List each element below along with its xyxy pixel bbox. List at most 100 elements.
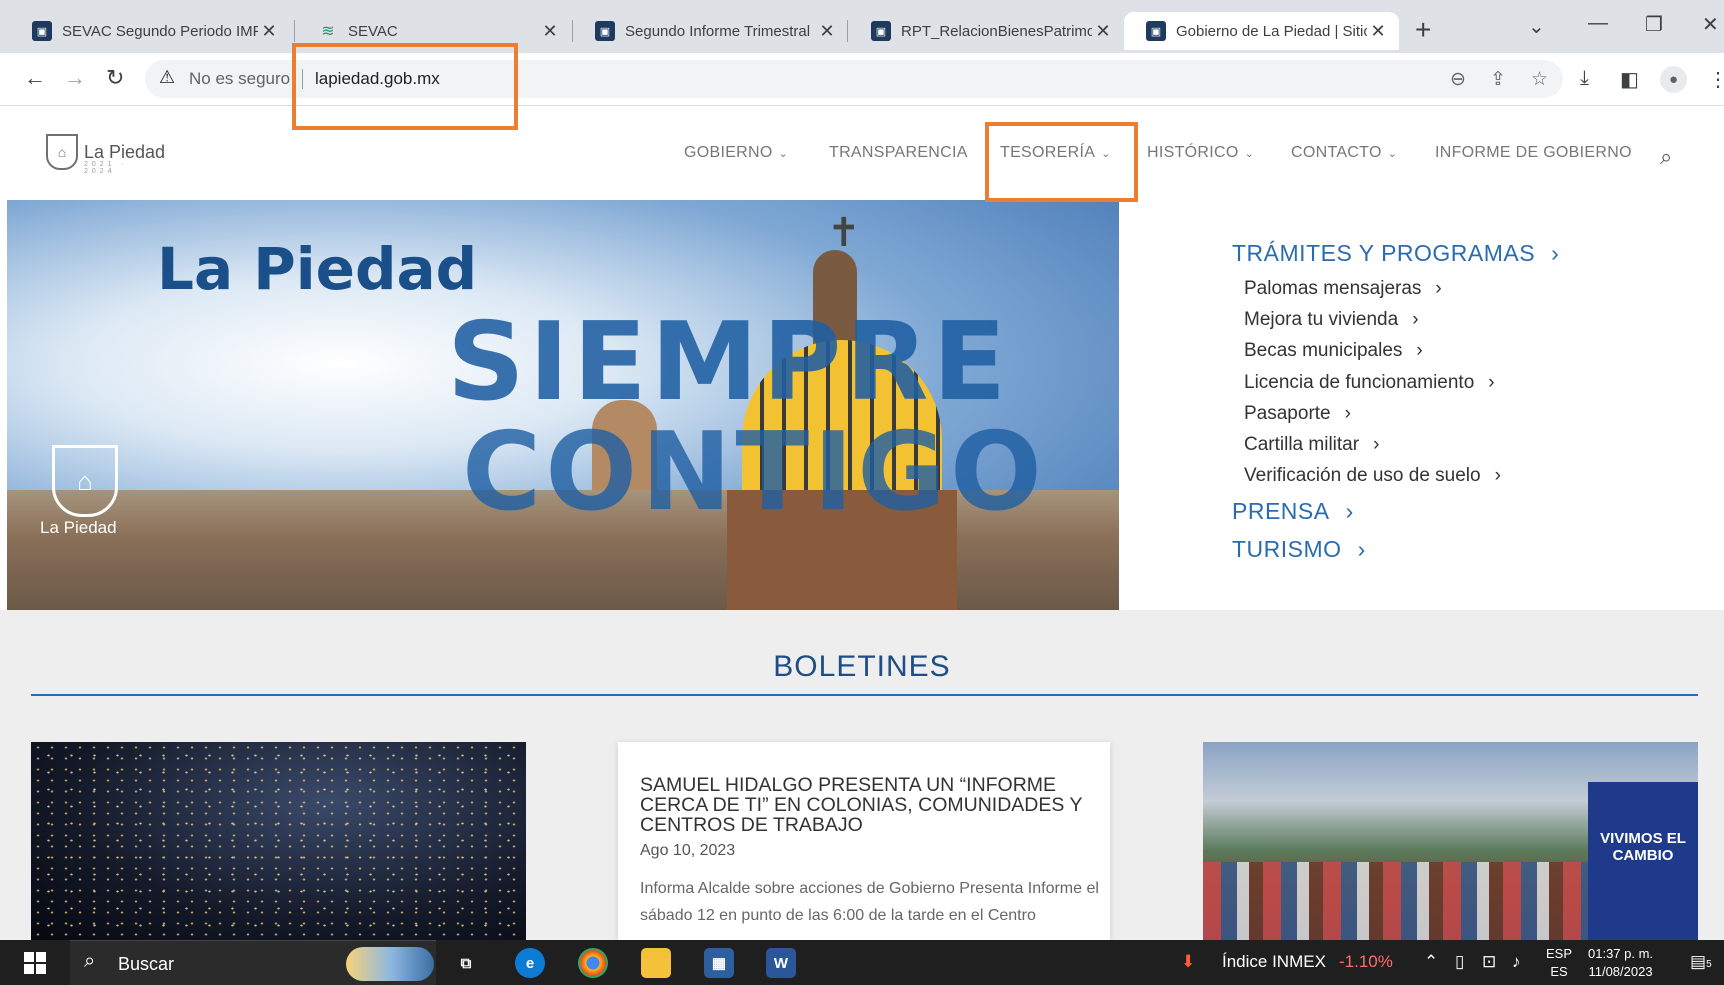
close-tab-icon[interactable]: ✕ [816, 21, 838, 42]
tramite-link[interactable]: Palomas mensajeras › [1244, 278, 1442, 300]
chevron-right-icon: › [1488, 372, 1495, 393]
clock[interactable]: 01:37 p. m. 11/08/2023 [1588, 945, 1653, 981]
tramite-link[interactable]: Becas municipales › [1244, 340, 1423, 362]
reload-icon[interactable]: ↻ [106, 65, 124, 91]
back-icon[interactable]: ← [24, 65, 46, 91]
site-header: ⌂ La Piedad 2021 · 2024 GOBIERNO ⌄ TRANSP… [0, 106, 1724, 200]
taskbar-search-label: Buscar [118, 954, 175, 974]
prensa-label: PRENSA [1232, 498, 1330, 524]
hero-banner: ✝ La Piedad SIEMPRE CONTIGO ⌂ La Piedad [7, 200, 1119, 610]
windows-start-icon[interactable] [24, 952, 46, 974]
share-icon[interactable]: ⇪ [1490, 68, 1506, 91]
cross-icon: ✝ [827, 211, 861, 255]
security-label[interactable]: No es seguro [189, 69, 290, 89]
warning-icon[interactable]: ⚠ [159, 67, 175, 88]
nav-label: TESORERÍA [1000, 144, 1096, 161]
nav-label: HISTÓRICO [1147, 144, 1239, 161]
nav-contacto[interactable]: CONTACTO ⌄ [1291, 144, 1397, 162]
close-tab-icon[interactable]: ✕ [1367, 21, 1389, 42]
tab-title: SEVAC Segundo Periodo IMP [62, 22, 258, 40]
bookmark-star-icon[interactable]: ☆ [1531, 68, 1548, 91]
news-card[interactable]: SAMUEL HIDALGO PRESENTA UN “INFORME CERC… [618, 742, 1110, 940]
news-card-image[interactable]: VIVIMOS EL CAMBIO [1203, 742, 1698, 940]
notifications-icon[interactable]: ▤5 [1690, 952, 1712, 972]
chevron-right-icon: › [1345, 498, 1354, 524]
search-highlight-art [346, 947, 434, 981]
browser-tab[interactable]: ▣ RPT_RelacionBienesPatrimon ✕ [849, 12, 1124, 50]
tramite-link[interactable]: Mejora tu vivienda › [1244, 309, 1419, 331]
close-window-icon[interactable]: ✕ [1702, 12, 1719, 37]
logo-text: La Piedad [84, 141, 166, 162]
browser-tab[interactable]: ▣ Segundo Informe Trimestral ✕ [573, 12, 848, 50]
news-card-image[interactable] [31, 742, 526, 940]
tray-chevron-up-icon[interactable]: ⌃ [1424, 952, 1438, 972]
tramite-link[interactable]: Pasaporte › [1244, 403, 1351, 425]
nav-informe-de-gobierno[interactable]: INFORME DE GOBIERNO [1435, 144, 1632, 162]
tramite-label: Cartilla militar [1244, 434, 1360, 455]
tab-title: SEVAC [348, 22, 398, 40]
network-icon[interactable]: ⊡ [1482, 952, 1496, 972]
tramites-heading: TRÁMITES Y PROGRAMAS [1232, 240, 1536, 266]
turismo-link[interactable]: TURISMO › [1232, 536, 1366, 563]
stock-name[interactable]: Índice INMEX [1222, 952, 1326, 972]
tramite-link[interactable]: Verificación de uso de suelo › [1244, 465, 1501, 487]
nav-tesoreria[interactable]: TESORERÍA ⌄ [1000, 144, 1111, 162]
tab-search-chevron-icon[interactable]: ⌄ [1528, 14, 1545, 39]
close-tab-icon[interactable]: ✕ [1092, 21, 1114, 42]
address-bar[interactable]: ⚠ No es seguro lapiedad.gob.mx ⊖ ⇪ ☆ [145, 60, 1563, 98]
browser-tab[interactable]: ▣ SEVAC Segundo Periodo IMP ✕ [10, 12, 290, 50]
tab-separator [294, 20, 295, 42]
chrome-browser-icon[interactable] [578, 948, 608, 978]
forward-icon[interactable]: → [64, 65, 86, 91]
calculator-icon[interactable]: ▦ [704, 948, 734, 978]
chevron-right-icon: › [1412, 309, 1419, 330]
news-headline[interactable]: SAMUEL HIDALGO PRESENTA UN “INFORME CERC… [640, 775, 1100, 835]
url-text[interactable]: lapiedad.gob.mx [315, 69, 440, 89]
boletines-section: BOLETINES SAMUEL HIDALGO PRESENTA UN “IN… [0, 610, 1724, 940]
site-logo[interactable]: ⌂ La Piedad 2021 · 2024 [46, 134, 166, 175]
menu-kebab-icon[interactable]: ⋮ [1708, 67, 1724, 92]
nav-transparencia[interactable]: TRANSPARENCIA [829, 144, 968, 162]
chevron-down-icon: ⌄ [1387, 148, 1398, 160]
nav-label: GOBIERNO [684, 144, 773, 161]
tab-title: Segundo Informe Trimestral [625, 22, 811, 40]
tramite-link[interactable]: Licencia de funcionamiento › [1244, 372, 1495, 394]
stock-chart-icon[interactable]: ⬇ [1181, 952, 1195, 972]
profile-avatar-icon[interactable]: ● [1660, 66, 1687, 93]
chevron-right-icon: › [1344, 403, 1351, 424]
search-icon[interactable]: ⌕ [1660, 144, 1672, 170]
volume-icon[interactable]: ♪ [1512, 952, 1521, 972]
browser-tab[interactable]: ≋ SEVAC ✕ [296, 12, 571, 50]
side-panel-icon[interactable]: ◧ [1620, 67, 1639, 92]
tramite-label: Pasaporte [1244, 403, 1331, 424]
tab-separator [847, 20, 848, 42]
close-tab-icon[interactable]: ✕ [539, 21, 561, 42]
word-icon[interactable]: W [766, 948, 796, 978]
browser-tab-strip: ▣ SEVAC Segundo Periodo IMP ✕ ≋ SEVAC ✕ … [0, 0, 1724, 53]
close-tab-icon[interactable]: ✕ [258, 21, 280, 42]
clock-time: 01:37 p. m. [1588, 946, 1654, 961]
hero-slogan-line1: SIEMPRE [447, 300, 1011, 425]
taskbar-search[interactable]: ⌕ Buscar [70, 940, 436, 985]
browser-tab-active[interactable]: ▣ Gobierno de La Piedad | Sitio ✕ [1124, 12, 1399, 50]
task-view-icon[interactable]: ⧉ [451, 948, 481, 978]
minimize-icon[interactable]: — [1588, 12, 1608, 35]
download-icon[interactable]: ⤓ [1580, 67, 1589, 90]
chevron-right-icon: › [1551, 240, 1560, 266]
new-tab-icon[interactable]: + [1415, 14, 1431, 46]
prensa-link[interactable]: PRENSA › [1232, 498, 1354, 525]
chevron-right-icon: › [1373, 434, 1380, 455]
tramites-heading-link[interactable]: TRÁMITES Y PROGRAMAS › [1232, 240, 1559, 267]
nav-historico[interactable]: HISTÓRICO ⌄ [1147, 144, 1254, 162]
file-explorer-icon[interactable] [641, 948, 671, 978]
zoom-icon[interactable]: ⊖ [1450, 68, 1466, 91]
restore-icon[interactable]: ❐ [1645, 12, 1663, 37]
language-indicator[interactable]: ESP ES [1546, 945, 1572, 981]
tramite-link[interactable]: Cartilla militar › [1244, 434, 1379, 456]
news-date: Ago 10, 2023 [640, 842, 736, 859]
chevron-down-icon: ⌄ [1244, 148, 1255, 160]
edge-browser-icon[interactable]: e [515, 948, 545, 978]
battery-icon[interactable]: ▯ [1455, 952, 1464, 972]
nav-gobierno[interactable]: GOBIERNO ⌄ [684, 144, 788, 162]
lang-top: ESP [1546, 946, 1573, 961]
